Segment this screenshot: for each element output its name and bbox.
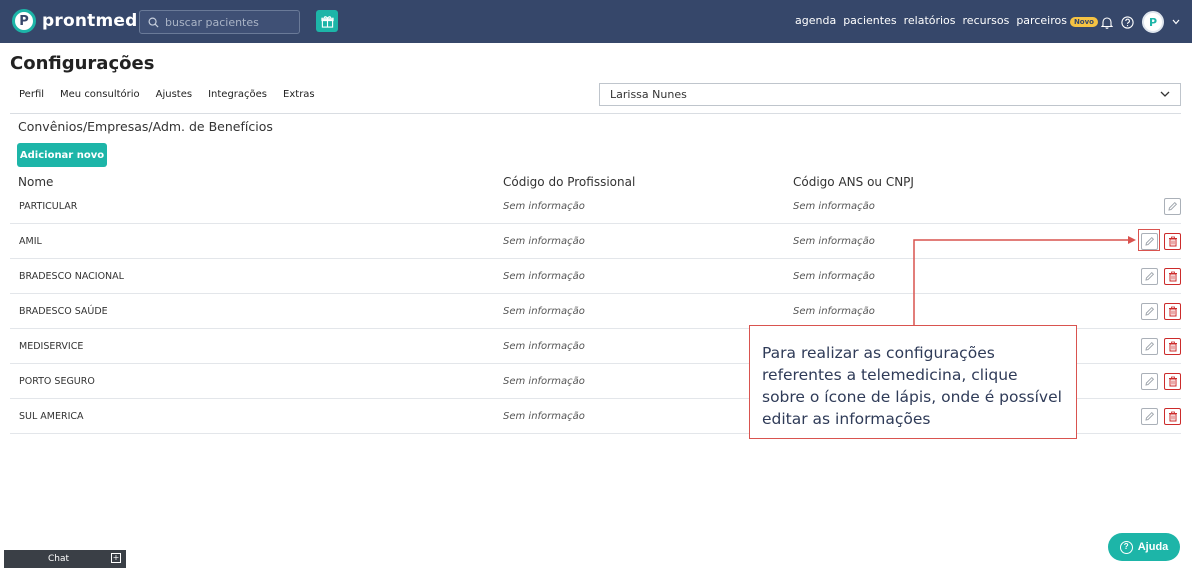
settings-tabs: Perfil Meu consultório Ajustes Integraçõ… — [19, 89, 315, 100]
help-circle-icon[interactable] — [1121, 15, 1134, 29]
trash-icon — [1168, 236, 1178, 247]
novo-badge: Novo — [1069, 17, 1098, 27]
tab-ajustes[interactable]: Ajustes — [156, 89, 192, 100]
edit-button[interactable] — [1164, 198, 1181, 215]
tab-meu-consultorio[interactable]: Meu consultório — [60, 89, 140, 100]
edit-button[interactable] — [1141, 373, 1158, 390]
delete-button[interactable] — [1164, 268, 1181, 285]
column-header-professional-code: Código do Profissional — [503, 175, 636, 189]
professional-code: Sem informação — [503, 411, 585, 422]
header-divider — [10, 113, 1181, 114]
edit-button[interactable] — [1141, 268, 1158, 285]
delete-button[interactable] — [1164, 233, 1181, 250]
expand-icon: + — [111, 553, 121, 563]
gift-icon — [320, 15, 334, 28]
insurer-name: SUL AMERICA — [19, 411, 84, 422]
tutorial-callout: Para realizar as configurações referente… — [749, 325, 1077, 439]
edit-icon-highlight — [1138, 229, 1160, 251]
table-row: BRADESCO NACIONAL Sem informação Sem infor… — [10, 259, 1181, 294]
chat-label: Chat — [48, 554, 70, 564]
nav-recursos[interactable]: recursos — [963, 14, 1010, 27]
section-title: Convênios/Empresas/Adm. de Benefícios — [18, 119, 273, 134]
pencil-icon — [1144, 376, 1155, 387]
doctor-select[interactable]: Larissa Nunes — [599, 83, 1181, 106]
edit-button[interactable] — [1141, 338, 1158, 355]
patient-search[interactable] — [139, 10, 300, 34]
insurer-name: AMIL — [19, 236, 42, 247]
professional-code: Sem informação — [503, 306, 585, 317]
logo-text: prontmed — [42, 11, 138, 31]
table-row: PARTICULAR Sem informação Sem informação — [10, 189, 1181, 224]
table-row: AMIL Sem informação Sem informação — [10, 224, 1181, 259]
delete-button[interactable] — [1164, 303, 1181, 320]
ans-code: Sem informação — [793, 271, 875, 282]
chevron-down-icon — [1160, 91, 1170, 97]
trash-icon — [1168, 271, 1178, 282]
nav-agenda[interactable]: agenda — [795, 14, 836, 27]
column-header-name: Nome — [18, 175, 54, 189]
add-new-button[interactable]: Adicionar novo — [17, 143, 107, 167]
delete-button[interactable] — [1164, 408, 1181, 425]
doctor-select-value: Larissa Nunes — [610, 88, 687, 101]
insurer-name: PARTICULAR — [19, 201, 78, 212]
professional-code: Sem informação — [503, 341, 585, 352]
tab-perfil[interactable]: Perfil — [19, 89, 44, 100]
page-title: Configurações — [10, 53, 155, 74]
insurer-name: BRADESCO NACIONAL — [19, 271, 124, 282]
app-logo[interactable]: P prontmed — [12, 9, 137, 33]
trash-icon — [1168, 341, 1178, 352]
professional-code: Sem informação — [503, 271, 585, 282]
logo-icon: P — [12, 9, 36, 33]
edit-button[interactable] — [1141, 303, 1158, 320]
main-nav: agenda pacientes relatórios recursos par… — [795, 14, 1098, 27]
insurer-name: PORTO SEGURO — [19, 376, 95, 387]
delete-button[interactable] — [1164, 373, 1181, 390]
user-avatar[interactable]: P — [1142, 11, 1164, 33]
chat-widget[interactable]: Chat + — [4, 550, 126, 568]
tab-extras[interactable]: Extras — [283, 89, 315, 100]
pencil-icon — [1167, 201, 1178, 212]
help-button[interactable]: ? Ajuda — [1108, 533, 1180, 561]
top-navbar: P prontmed agenda pacientes relatórios r… — [0, 0, 1192, 43]
professional-code: Sem informação — [503, 236, 585, 247]
tab-integracoes[interactable]: Integrações — [208, 89, 267, 100]
ans-code: Sem informação — [793, 236, 875, 247]
insurer-name: BRADESCO SAÚDE — [19, 306, 108, 317]
pencil-icon — [1144, 411, 1155, 422]
gift-button[interactable] — [316, 10, 338, 32]
chevron-down-icon[interactable] — [1172, 19, 1180, 25]
ans-code: Sem informação — [793, 201, 875, 212]
question-icon: ? — [1119, 540, 1133, 554]
help-label: Ajuda — [1137, 541, 1169, 553]
edit-button[interactable] — [1141, 408, 1158, 425]
nav-parceiros-label: parceiros — [1016, 14, 1067, 27]
column-header-ans-code: Código ANS ou CNPJ — [793, 175, 914, 189]
ans-code: Sem informação — [793, 306, 875, 317]
table-row: BRADESCO SAÚDE Sem informação Sem informaç… — [10, 294, 1181, 329]
pencil-icon — [1144, 306, 1155, 317]
trash-icon — [1168, 376, 1178, 387]
pencil-icon — [1144, 271, 1155, 282]
search-input[interactable] — [165, 15, 295, 29]
nav-parceiros[interactable]: parceiros Novo — [1016, 14, 1098, 27]
professional-code: Sem informação — [503, 201, 585, 212]
search-icon — [148, 17, 159, 28]
trash-icon — [1168, 306, 1178, 317]
pencil-icon — [1144, 341, 1155, 352]
professional-code: Sem informação — [503, 376, 585, 387]
delete-button[interactable] — [1164, 338, 1181, 355]
nav-relatorios[interactable]: relatórios — [904, 14, 956, 27]
insurer-name: MEDISERVICE — [19, 341, 84, 352]
bell-icon[interactable] — [1101, 16, 1113, 29]
trash-icon — [1168, 411, 1178, 422]
nav-pacientes[interactable]: pacientes — [843, 14, 896, 27]
